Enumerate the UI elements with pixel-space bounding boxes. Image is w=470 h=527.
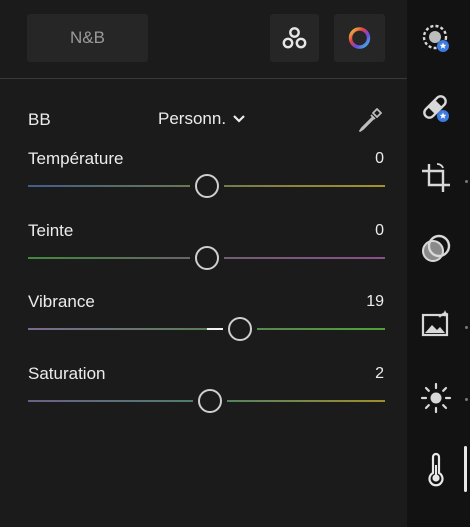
vibrance-slider-thumb[interactable]	[228, 317, 253, 341]
tint-value[interactable]: 0	[375, 222, 384, 240]
chevron-down-icon	[233, 115, 245, 123]
light-sun-icon[interactable]	[418, 380, 454, 416]
temperature-slider-thumb[interactable]	[194, 174, 219, 198]
light-indicator-dot	[465, 398, 468, 401]
vibrance-value[interactable]: 19	[366, 293, 384, 311]
edit-panel: N&B BB Personn. Température 0 Teinte 0 V…	[0, 0, 407, 527]
temperature-label: Température	[28, 149, 124, 168]
section-divider	[0, 78, 407, 79]
saturation-slider-thumb[interactable]	[198, 389, 223, 413]
auto-presets-icon[interactable]	[418, 20, 454, 56]
color-mixer-icon	[282, 27, 307, 49]
vibrance-slider[interactable]	[28, 317, 385, 341]
color-mixer-button[interactable]	[270, 14, 319, 62]
black-white-button[interactable]: N&B	[27, 14, 148, 62]
tint-slider-thumb[interactable]	[194, 246, 219, 270]
effects-image-icon[interactable]	[418, 306, 454, 342]
saturation-slider[interactable]	[28, 389, 385, 413]
crop-indicator-dot	[465, 180, 468, 183]
color-grading-button[interactable]	[334, 14, 385, 62]
saturation-value[interactable]: 2	[375, 365, 384, 383]
temperature-slider[interactable]	[28, 174, 385, 198]
color-thermometer-icon[interactable]	[418, 452, 454, 488]
vibrance-label: Vibrance	[28, 292, 95, 311]
color-wheel-icon	[348, 27, 371, 49]
crop-icon[interactable]	[418, 160, 454, 196]
eyedropper-icon[interactable]	[356, 106, 384, 134]
healing-bandage-icon[interactable]	[418, 90, 454, 126]
saturation-label: Saturation	[28, 364, 106, 383]
tint-label: Teinte	[28, 221, 74, 240]
masking-icon[interactable]	[418, 232, 454, 268]
white-balance-dropdown[interactable]: Personn.	[158, 109, 246, 129]
temperature-value[interactable]: 0	[375, 150, 384, 168]
active-tool-indicator	[464, 446, 467, 492]
effects-indicator-dot	[465, 326, 468, 329]
white-balance-label: BB	[28, 110, 51, 129]
white-balance-preset: Personn.	[158, 109, 227, 128]
black-white-label: N&B	[70, 28, 105, 47]
tint-slider[interactable]	[28, 246, 385, 270]
